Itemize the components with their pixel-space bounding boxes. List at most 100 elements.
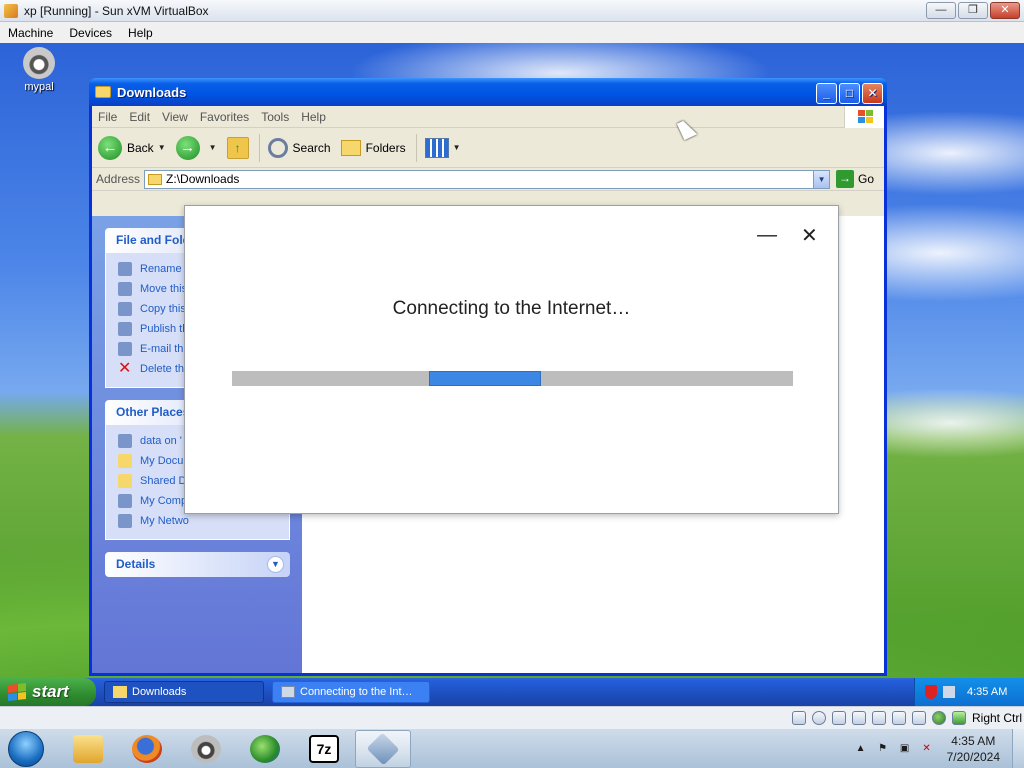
go-button[interactable]: → Go [836, 170, 874, 188]
host-key-label: Right Ctrl [971, 710, 1022, 725]
details-title: Details [116, 557, 156, 571]
menu-file[interactable]: File [92, 110, 123, 124]
views-icon [424, 137, 449, 158]
security-shield-icon[interactable] [925, 685, 937, 699]
host-window-title: xp [Running] - Sun xVM VirtualBox [24, 3, 209, 18]
show-desktop-button[interactable] [1012, 729, 1024, 768]
folder-icon [95, 86, 111, 98]
chevron-down-icon[interactable]: ▼ [267, 556, 284, 573]
shared-folders-icon[interactable] [891, 710, 906, 725]
host-menu-help[interactable]: Help [120, 26, 161, 40]
network-adapter-icon[interactable] [851, 710, 866, 725]
up-folder-button[interactable]: ↑ [226, 136, 249, 159]
host-menubar: Machine Devices Help [0, 22, 1024, 43]
win7-date: 7/20/2024 [946, 750, 1000, 764]
win7-system-tray: ▲ ⚑ ▣ ✕ 4:35 AM 7/20/2024 [855, 729, 1024, 768]
chevron-down-icon[interactable]: ▼ [158, 143, 166, 152]
place-label: Shared D [140, 475, 187, 487]
menu-help[interactable]: Help [295, 110, 332, 124]
task-label: Rename t [140, 263, 188, 275]
virtualbox-icon [4, 3, 18, 18]
flag-icon[interactable]: ⚑ [877, 743, 889, 755]
taskbar-button-label: Downloads [132, 686, 187, 698]
network-connection-icon [281, 686, 295, 698]
search-icon [267, 137, 288, 158]
address-input[interactable]: Z:\Downloads ▼ [144, 169, 831, 189]
folders-icon [340, 139, 361, 156]
display-icon[interactable] [911, 710, 926, 725]
search-button[interactable]: Search [267, 137, 331, 158]
pinned-7zip[interactable]: 7z [296, 730, 352, 768]
menu-favorites[interactable]: Favorites [194, 110, 255, 124]
explorer-toolbar: ← Back ▼ → ▼ ↑ Search Folders ▼ [92, 128, 884, 168]
host-restore-button[interactable]: ❐ [958, 2, 988, 19]
pinned-firefox[interactable] [119, 730, 175, 768]
connecting-dialog: — ✕ Connecting to the Internet… [184, 205, 839, 514]
back-label: Back [127, 140, 154, 155]
host-minimize-button[interactable]: — [926, 2, 956, 19]
menu-tools[interactable]: Tools [255, 110, 295, 124]
host-close-button[interactable]: ✕ [990, 2, 1020, 19]
taskbar-button-downloads[interactable]: Downloads [104, 681, 264, 703]
place-label: data on ' [140, 435, 182, 447]
host-menu-devices[interactable]: Devices [61, 26, 120, 40]
windows-flag-icon [8, 683, 26, 701]
folders-button[interactable]: Folders [340, 139, 406, 156]
chevron-down-icon: ▼ [452, 143, 461, 152]
volume-muted-icon[interactable]: ✕ [921, 743, 933, 755]
pinned-mypal[interactable] [178, 730, 234, 768]
up-folder-icon: ↑ [226, 136, 249, 159]
win7-time: 4:35 AM [951, 734, 996, 748]
virtualization-icon[interactable] [931, 710, 946, 725]
host-menu-machine[interactable]: Machine [0, 26, 61, 40]
explorer-close-button[interactable]: ✕ [862, 83, 883, 104]
pinned-globe[interactable] [237, 730, 293, 768]
win7-clock[interactable]: 4:35 AM 7/20/2024 [947, 733, 1000, 765]
usb-icon[interactable] [871, 710, 886, 725]
go-label: Go [858, 172, 875, 186]
pinned-virtualbox[interactable] [355, 729, 411, 768]
search-label: Search [292, 140, 331, 155]
delete-icon: ✕ [118, 360, 132, 377]
forward-button[interactable]: → ▼ [175, 135, 217, 160]
desktop-icon-mypal[interactable]: mypal [14, 47, 64, 93]
explorer-title: Downloads [117, 84, 187, 100]
folder-icon [148, 173, 163, 185]
start-button[interactable]: start [0, 678, 96, 706]
dialog-close-button[interactable]: ✕ [801, 223, 818, 248]
menu-edit[interactable]: Edit [123, 110, 156, 124]
hard-disk-icon[interactable] [791, 710, 806, 725]
address-bar: Address Z:\Downloads ▼ → Go [92, 168, 884, 191]
taskbar-button-connecting[interactable]: Connecting to the Int… [272, 681, 430, 703]
address-dropdown-button[interactable]: ▼ [813, 170, 830, 188]
floppy-icon[interactable] [831, 710, 846, 725]
move-icon [118, 282, 132, 296]
explorer-minimize-button[interactable]: _ [816, 83, 837, 104]
pinned-explorer[interactable] [60, 730, 116, 768]
host-window-controls: — ❐ ✕ [926, 2, 1020, 19]
views-button[interactable]: ▼ [424, 137, 461, 158]
dialog-message: Connecting to the Internet… [392, 298, 631, 319]
mypal-icon [191, 734, 221, 763]
chevron-down-icon[interactable]: ▼ [209, 143, 217, 152]
task-label: Move this [140, 283, 188, 295]
dialog-minimize-button[interactable]: — [757, 224, 777, 247]
chevron-up-icon[interactable]: ▲ [855, 743, 867, 755]
details-header[interactable]: Details ▼ [105, 552, 290, 577]
virtualbox-icon [366, 732, 400, 765]
network-icon[interactable]: ▣ [899, 743, 911, 755]
menu-view[interactable]: View [156, 110, 194, 124]
globe-icon [250, 734, 280, 763]
windows-logo-icon [844, 106, 884, 128]
back-button[interactable]: ← Back ▼ [98, 135, 166, 160]
task-label: Delete th [140, 363, 185, 375]
place-label: My Docu [140, 455, 184, 467]
mouse-integration-icon[interactable] [951, 710, 966, 725]
start-label: start [32, 682, 69, 701]
win7-start-orb[interactable] [8, 730, 44, 767]
cd-drive-icon[interactable] [811, 710, 826, 725]
explorer-maximize-button[interactable]: □ [839, 83, 860, 104]
explorer-titlebar[interactable]: Downloads _ □ ✕ [89, 78, 887, 106]
place-my-network[interactable]: My Netwo [118, 511, 289, 531]
network-icon[interactable] [943, 686, 955, 698]
